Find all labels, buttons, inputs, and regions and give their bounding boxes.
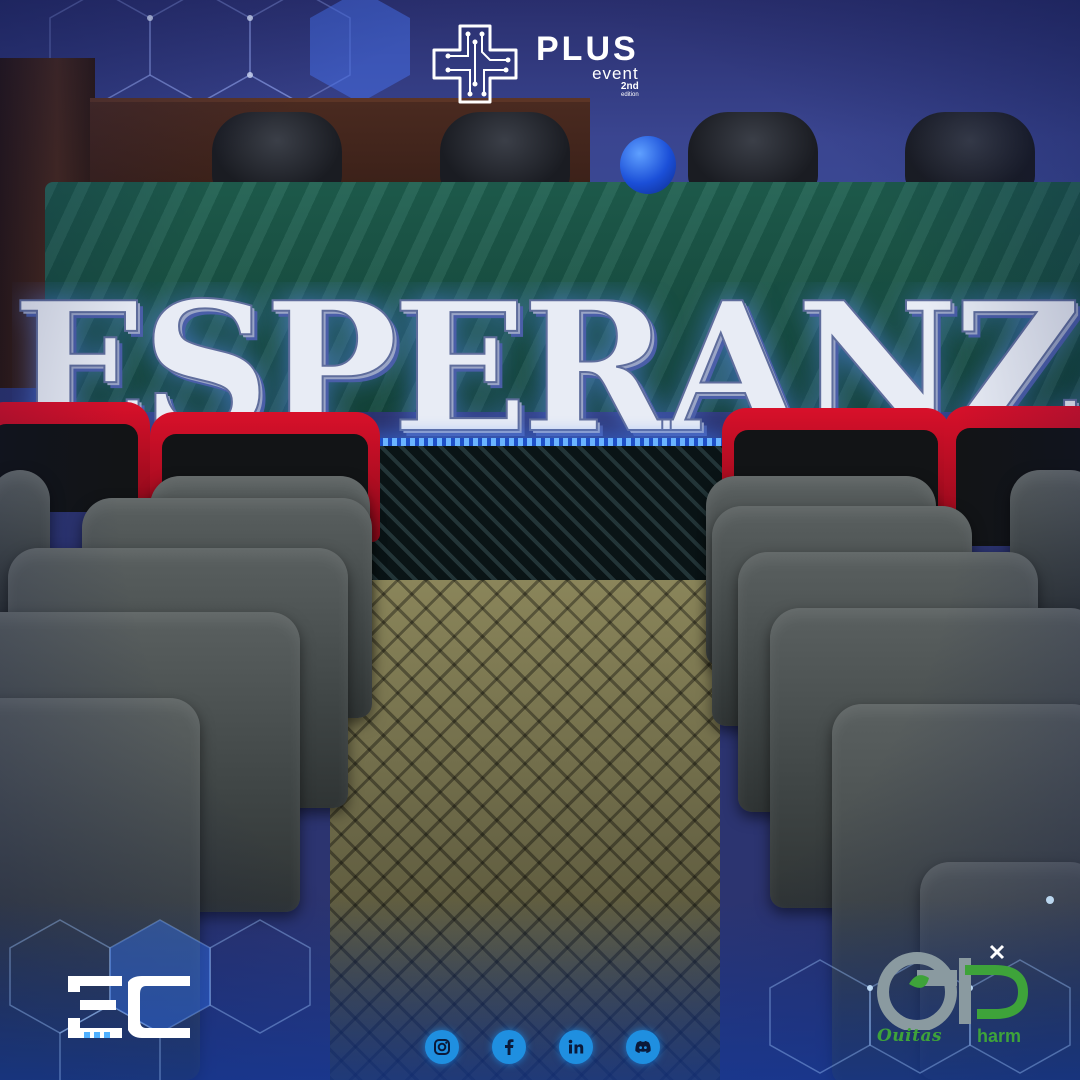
linkedin-glyph	[568, 1039, 584, 1054]
ouitas-pharm-logo: Ouitas harm	[865, 940, 1045, 1055]
linkedin-icon[interactable]	[559, 1030, 593, 1064]
facebook-icon[interactable]	[492, 1030, 526, 1064]
discord-icon[interactable]	[626, 1030, 660, 1064]
photo-scene: ESPERANZA	[0, 0, 1080, 1080]
instagram-glyph	[434, 1039, 450, 1055]
logo-edition-number: 2nd	[620, 81, 639, 92]
discord-glyph	[635, 1040, 651, 1053]
circuit-cross-icon	[432, 24, 518, 104]
logo-subtitle: event	[592, 64, 639, 83]
ac-logo-icon	[68, 976, 190, 1038]
logo-edition-word: edition	[621, 92, 639, 98]
brand-name-part1: Ouitas	[877, 1026, 943, 1046]
led-strip	[365, 438, 725, 446]
logo-title: PLUS	[536, 30, 639, 68]
instagram-icon[interactable]	[425, 1030, 459, 1064]
blue-balloon	[620, 136, 676, 194]
social-links	[425, 1028, 660, 1066]
stage-front	[365, 446, 725, 586]
ouitas-pharm-logo-icon	[877, 944, 1029, 1030]
brand-name-part2: harm	[977, 1026, 1022, 1046]
facebook-glyph	[505, 1039, 514, 1055]
plus-event-logo: PLUS event 2nd edition	[430, 22, 670, 106]
plus-logo-text: PLUS event 2nd edition	[536, 32, 639, 99]
